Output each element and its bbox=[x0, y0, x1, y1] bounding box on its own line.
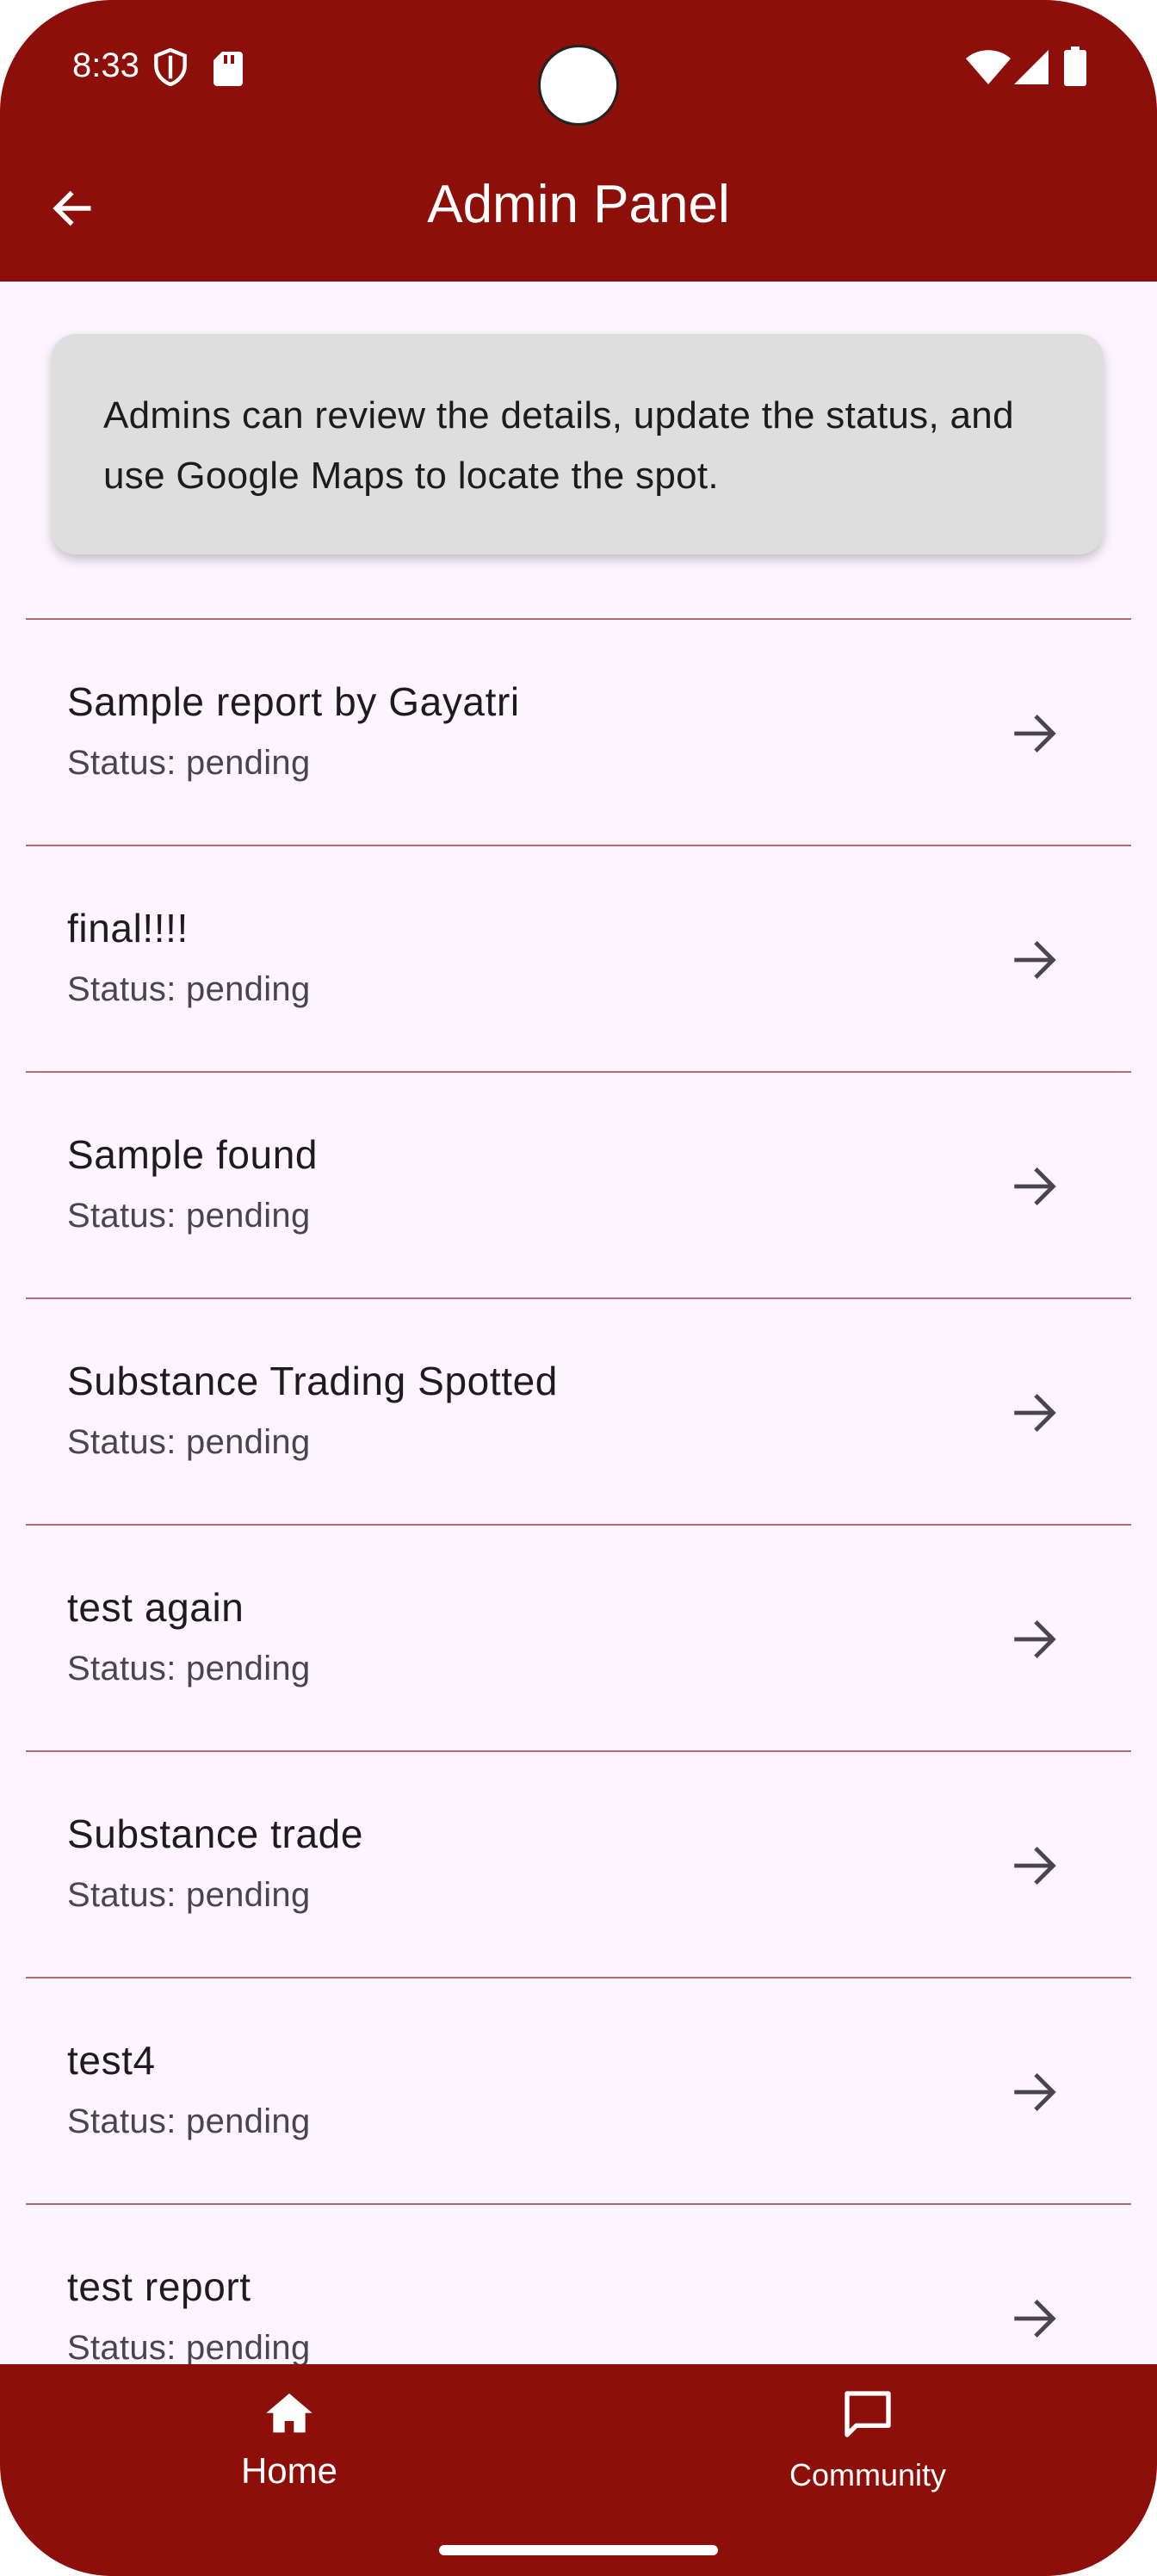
home-icon bbox=[262, 2387, 317, 2442]
app-bar: Admin Panel bbox=[0, 138, 1157, 282]
report-status: Status: pending bbox=[67, 1197, 311, 1235]
report-title: Substance Trading Spotted bbox=[67, 1359, 558, 1403]
report-status: Status: pending bbox=[67, 744, 311, 782]
arrow-forward-icon[interactable] bbox=[1007, 706, 1062, 761]
report-list-item[interactable]: Sample found Status: pending bbox=[26, 1071, 1131, 1297]
nav-item-community[interactable]: Community bbox=[578, 2364, 1157, 2536]
camera-cutout bbox=[538, 45, 619, 126]
arrow-forward-icon[interactable] bbox=[1007, 1838, 1062, 1893]
report-title: Sample found bbox=[67, 1132, 319, 1177]
chat-bubble-icon bbox=[840, 2387, 895, 2442]
arrow-forward-icon[interactable] bbox=[1007, 1159, 1062, 1214]
info-card: Admins can review the details, update th… bbox=[52, 334, 1104, 554]
report-list-item[interactable]: test again Status: pending bbox=[26, 1524, 1131, 1750]
nav-item-home[interactable]: Home bbox=[0, 2364, 578, 2536]
signal-icon bbox=[1014, 50, 1049, 89]
report-title: test again bbox=[67, 1585, 244, 1630]
arrow-forward-icon[interactable] bbox=[1007, 1612, 1062, 1667]
report-title: test4 bbox=[67, 2038, 156, 2083]
arrow-forward-icon[interactable] bbox=[1007, 2065, 1062, 2120]
nav-label-community: Community bbox=[789, 2457, 947, 2492]
report-status: Status: pending bbox=[67, 2102, 311, 2140]
info-text: Admins can review the details, update th… bbox=[103, 394, 1014, 497]
nav-label-home: Home bbox=[240, 2450, 338, 2491]
page-title: Admin Panel bbox=[427, 175, 730, 234]
phone-screen: 8:33 Admin Panel Admins can review the d… bbox=[0, 0, 1157, 2576]
report-status: Status: pending bbox=[67, 970, 311, 1008]
report-list-item[interactable]: Sample report by Gayatri Status: pending bbox=[26, 618, 1131, 845]
report-status: Status: pending bbox=[67, 2329, 311, 2367]
arrow-forward-icon[interactable] bbox=[1007, 1385, 1062, 1440]
gesture-home-indicator[interactable] bbox=[439, 2545, 718, 2555]
report-title: final!!!! bbox=[67, 906, 189, 951]
report-status: Status: pending bbox=[67, 1423, 311, 1461]
status-bar: 8:33 bbox=[0, 0, 1157, 138]
battery-icon bbox=[1064, 46, 1086, 90]
report-status: Status: pending bbox=[67, 1876, 311, 1914]
report-title: Substance trade bbox=[67, 1811, 364, 1856]
report-list-item[interactable]: Substance Trading Spotted Status: pendin… bbox=[26, 1297, 1131, 1524]
report-list-item[interactable]: Substance trade Status: pending bbox=[26, 1750, 1131, 1977]
shield-icon bbox=[153, 47, 188, 90]
report-title: Sample report by Gayatri bbox=[67, 679, 520, 724]
sd-card-icon bbox=[213, 52, 243, 90]
report-title: test report bbox=[67, 2264, 251, 2309]
arrow-forward-icon[interactable] bbox=[1007, 2291, 1062, 2346]
arrow-forward-icon[interactable] bbox=[1007, 932, 1062, 988]
status-time: 8:33 bbox=[72, 46, 139, 84]
report-list: Sample report by Gayatri Status: pending… bbox=[26, 618, 1131, 2430]
wifi-icon bbox=[966, 50, 1011, 89]
report-list-item[interactable]: test4 Status: pending bbox=[26, 1977, 1131, 2203]
report-status: Status: pending bbox=[67, 1650, 311, 1687]
report-list-item[interactable]: final!!!! Status: pending bbox=[26, 845, 1131, 1071]
